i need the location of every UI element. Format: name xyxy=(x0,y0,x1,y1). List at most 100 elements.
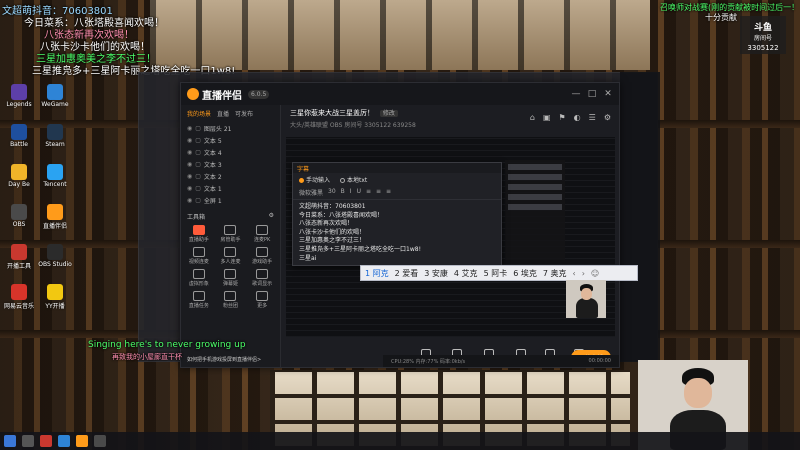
tool-item[interactable]: 直播助手 xyxy=(185,225,213,243)
tool-item[interactable]: 虚拟形象 xyxy=(185,269,213,287)
scene-item[interactable]: ◉ ▢ 文本 2 xyxy=(181,170,280,182)
mode-file-radio[interactable]: 本地txt xyxy=(340,175,367,184)
tool-item[interactable]: 弹幕姬 xyxy=(217,269,245,287)
desktop-icon[interactable]: Tencent xyxy=(38,164,72,188)
ime-candidate[interactable]: 1 阿克 xyxy=(365,268,389,279)
taskbar-app-icon[interactable] xyxy=(94,435,106,447)
person xyxy=(576,298,598,318)
scene-item[interactable]: ◉ ▢ 图层头 21 xyxy=(181,122,280,134)
help-link[interactable]: 如何把手机游戏投屏到直播伴侣> xyxy=(187,356,261,363)
header-tool-icon[interactable]: ⚙ xyxy=(604,113,611,122)
ime-prev-icon[interactable]: ‹ xyxy=(572,269,575,278)
start-button[interactable] xyxy=(4,435,16,447)
format-button[interactable]: ≡ xyxy=(376,188,381,197)
radio-off-icon xyxy=(340,178,346,183)
scene-item[interactable]: ◉ ▢ 文本 1 xyxy=(181,182,280,194)
scene-item-label: 文本 2 xyxy=(203,173,222,181)
search-icon[interactable] xyxy=(22,435,34,447)
scene-item[interactable]: ◉ ▢ 文本 3 xyxy=(181,158,280,170)
app-icon xyxy=(11,124,27,140)
tool-item[interactable]: 视频连麦 xyxy=(185,247,213,265)
header-tool-icon[interactable]: ▣ xyxy=(543,113,551,122)
emoji-icon[interactable]: ☺ xyxy=(591,269,599,278)
visibility-eye-icon[interactable]: ◉ xyxy=(187,197,192,204)
visibility-eye-icon[interactable]: ◉ xyxy=(187,149,192,156)
format-button[interactable]: I xyxy=(350,188,352,197)
mode-file-label: 本地txt xyxy=(347,177,368,184)
visibility-eye-icon[interactable]: ◉ xyxy=(187,161,192,168)
tab-publishable[interactable]: 可发布 xyxy=(235,109,253,118)
format-button[interactable]: 30 xyxy=(328,188,336,197)
desktop-icon[interactable]: WeGame xyxy=(38,84,72,108)
desktop-icon-label: 开播工具 xyxy=(6,263,31,270)
taskbar-app-icon[interactable] xyxy=(76,435,88,447)
ime-candidate[interactable]: 7 奥克 xyxy=(543,268,567,279)
header-tool-icon[interactable]: ☰ xyxy=(589,113,596,122)
visibility-eye-icon[interactable]: ◉ xyxy=(187,185,192,192)
taskbar-app-icon[interactable] xyxy=(58,435,70,447)
header-tool-icon[interactable]: ◐ xyxy=(574,113,581,122)
format-button[interactable]: 微软雅黑 xyxy=(299,188,323,197)
header-tool-icon[interactable]: ⌂ xyxy=(530,113,535,122)
visibility-eye-icon[interactable]: ◉ xyxy=(187,173,192,180)
app-icon xyxy=(11,244,27,260)
tool-item[interactable]: 直播任务 xyxy=(185,291,213,309)
douyu-logo: 斗鱼 xyxy=(753,23,772,33)
scene-item[interactable]: ◉ ▢ 全屏 1 xyxy=(181,194,280,206)
ime-candidate[interactable]: 6 埃克 xyxy=(513,268,537,279)
format-button[interactable]: U xyxy=(357,188,361,197)
desktop-icon[interactable]: Steam xyxy=(38,124,72,148)
layer-type-icon: ▢ xyxy=(195,172,201,180)
caption-textarea[interactable]: 文超萌抖音：70603801 今日菜系：八张塔殿喜闻欢喝！ 八张态新再次欢喝！ 八张卡… xyxy=(293,200,501,266)
desktop-icon-label: Steam xyxy=(45,141,65,148)
tool-item[interactable]: 更多 xyxy=(248,291,276,309)
tool-item[interactable]: 多人连麦 xyxy=(217,247,245,265)
title-bar: 直播伴侣 6.0.5 — □ ✕ xyxy=(181,83,619,105)
tool-item[interactable]: 连麦PK xyxy=(248,225,276,243)
desktop-icon[interactable]: Legends xyxy=(2,84,36,108)
tool-icon xyxy=(192,291,205,301)
desktop-icon-label: OBS xyxy=(12,221,26,228)
scene-item[interactable]: ◉ ▢ 文本 5 xyxy=(181,134,280,146)
visibility-eye-icon[interactable]: ◉ xyxy=(187,125,192,132)
close-button[interactable]: ✕ xyxy=(603,89,613,99)
mode-manual-radio[interactable]: 手动输入 xyxy=(299,175,330,184)
tool-icon xyxy=(256,269,269,279)
format-button[interactable]: ≡ xyxy=(386,188,391,197)
header-tool-icon[interactable]: ⚑ xyxy=(559,113,566,122)
scene-item-label: 图层头 21 xyxy=(203,125,232,133)
dialog-title: 字幕 xyxy=(293,163,501,173)
ime-candidate[interactable]: 5 阿卡 xyxy=(484,268,508,279)
desktop-icon[interactable]: OBS Studio xyxy=(38,244,72,268)
minimize-button[interactable]: — xyxy=(571,89,581,99)
desktop-icon[interactable]: 直播伴侣 xyxy=(38,204,72,230)
ime-next-icon[interactable]: › xyxy=(582,269,585,278)
format-button[interactable]: ≡ xyxy=(366,188,371,197)
tool-item[interactable]: 歌词显示 xyxy=(248,269,276,287)
desktop-icon[interactable]: YY开播 xyxy=(38,284,72,310)
scene-item[interactable]: ◉ ▢ 文本 4 xyxy=(181,146,280,158)
desktop-icon[interactable]: 开播工具 xyxy=(2,244,36,270)
desktop-icon[interactable]: OBS xyxy=(2,204,36,228)
ime-candidate[interactable]: 3 安康 xyxy=(424,268,448,279)
ime-candidate[interactable]: 2 爱看 xyxy=(395,268,419,279)
desktop-icon[interactable]: Day Be xyxy=(2,164,36,188)
visibility-eye-icon[interactable]: ◉ xyxy=(187,137,192,144)
tool-item[interactable]: 粉丝团 xyxy=(217,291,245,309)
desktop-icon[interactable]: Battle xyxy=(2,124,36,148)
toolbox-settings-icon[interactable]: ⚙ xyxy=(269,212,274,221)
tool-item[interactable]: 房管助手 xyxy=(217,225,245,243)
format-button[interactable]: B xyxy=(341,188,345,197)
room-number: 3305122 xyxy=(747,44,779,52)
tool-icon xyxy=(224,291,237,301)
desktop-icon[interactable]: 网易云音乐 xyxy=(2,284,36,310)
maximize-button[interactable]: □ xyxy=(587,89,597,99)
taskbar-app-icon[interactable] xyxy=(40,435,52,447)
ime-candidate[interactable]: 4 艾克 xyxy=(454,268,478,279)
app-icon xyxy=(47,284,63,300)
tab-live[interactable]: 直播 xyxy=(217,109,229,118)
tab-my-scenes[interactable]: 我的场景 xyxy=(187,109,211,118)
tool-item[interactable]: 游戏助手 xyxy=(248,247,276,265)
edit-title-button[interactable]: 修改 xyxy=(379,110,398,117)
format-toolbar: 微软雅黑 30 B I U ≡ ≡ ≡ xyxy=(293,186,501,200)
